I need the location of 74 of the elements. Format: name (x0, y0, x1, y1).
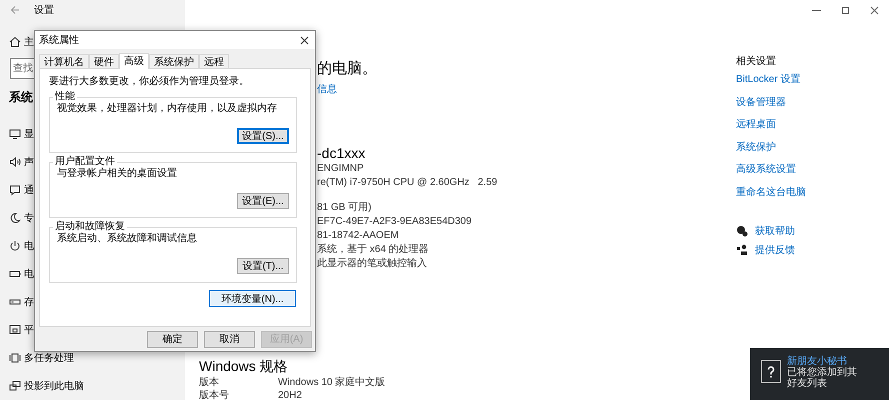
spec-label: 版本 (199, 377, 220, 389)
dialog-button[interactable]: 取消 (204, 330, 255, 348)
spec-value: 81 GB 可用) (317, 201, 372, 215)
question-mark-icon (767, 366, 775, 378)
dialog-button[interactable]: 确定 (147, 330, 198, 348)
settings-button[interactable]: 设置(S)... (237, 128, 289, 144)
tab[interactable]: 计算机名 (39, 54, 89, 68)
tab[interactable]: 高级 (119, 53, 149, 69)
section-title: Windows 规格 (199, 358, 288, 374)
home-icon (9, 36, 21, 48)
nav-item[interactable]: 平 (0, 316, 34, 344)
display-icon (9, 128, 21, 140)
instruction-text: 要进行大多数更改，你必须作为管理员登录。 (49, 76, 250, 88)
spec-value: 系统，基于 x64 的处理器 (317, 243, 429, 257)
group-description: 与登录帐户相关的桌面设置 (57, 168, 178, 180)
spec-value: 此显示器的笔或触控输入 (317, 257, 427, 271)
page-heading: 的电脑。 (317, 60, 377, 78)
tab[interactable]: 远程 (199, 54, 229, 68)
help-link[interactable]: 获取帮助 (755, 224, 795, 238)
nav-item[interactable]: 专 (0, 204, 34, 232)
window-title: 设置 (34, 4, 54, 17)
notification-text: 已将您添加到其 (787, 367, 857, 378)
power-icon (9, 240, 21, 252)
related-link[interactable]: BitLocker 设置 (736, 69, 800, 92)
related-link[interactable]: 系统保护 (736, 136, 776, 160)
notification-title: 新朋友小秘书 (787, 356, 847, 367)
nav-item[interactable]: 声 (0, 148, 34, 176)
spec-value: 81-18742-AAOEM (317, 229, 399, 243)
notification-text: 好友列表 (787, 378, 828, 389)
related-link[interactable]: 远程桌面 (736, 114, 776, 137)
tab[interactable]: 系统保护 (149, 54, 199, 68)
nav-item[interactable]: 显 (0, 120, 34, 148)
tablet-icon (9, 324, 21, 336)
spec-value: Windows 10 家庭中文版 (278, 377, 386, 389)
screens-icon (9, 380, 21, 392)
moon-icon (9, 212, 21, 224)
maximize-icon[interactable] (841, 6, 850, 14)
dialog-title: 系统属性 (39, 34, 79, 47)
nav-item[interactable]: 存 (0, 288, 34, 316)
nav-item[interactable]: 主 (0, 34, 34, 50)
group-title: 用户配置文件 (54, 156, 116, 168)
info-link[interactable]: 信息 (317, 84, 337, 96)
spec-value: EF7C-49E7-A2F3-9EA83E54D309 (317, 215, 472, 229)
nav-item[interactable]: 投影到此电脑 (0, 372, 84, 400)
spec-label: 版本号 (199, 390, 230, 400)
nav-item[interactable]: 电 (0, 232, 34, 260)
close-icon[interactable] (300, 36, 309, 44)
device-name: -dc1xxx (317, 144, 366, 162)
nav-item[interactable]: 多任务处理 (0, 344, 74, 372)
related-title: 相关设置 (736, 55, 776, 69)
message-icon (9, 184, 21, 196)
battery-icon (9, 268, 21, 280)
group-title: 启动和故障恢复 (54, 221, 126, 232)
help-link[interactable]: 提供反馈 (755, 243, 795, 258)
group-description: 视觉效果，处理器计划，内存使用，以及虚拟内存 (57, 103, 278, 115)
environment-variables-button[interactable]: 环境变量(N)... (209, 290, 296, 307)
settings-button[interactable]: 设置(T)... (237, 258, 289, 274)
section-title: 系统 (8, 90, 33, 104)
nav-item[interactable]: 电 (0, 260, 34, 288)
settings-button[interactable]: 设置(E)... (237, 193, 289, 209)
spec-value: ENGIMNP (317, 162, 364, 176)
back-icon[interactable] (10, 5, 20, 15)
speaker-icon (9, 156, 21, 168)
window-icon (9, 352, 21, 364)
related-link[interactable]: 高级系统设置 (736, 159, 796, 182)
close-icon[interactable] (870, 6, 879, 14)
group-title: 性能 (54, 91, 76, 102)
spec-value: re(TM) i7-9750H CPU @ 2.60GHz 2.59 (317, 176, 498, 190)
group-description: 系统启动、系统故障和调试信息 (57, 233, 198, 245)
nav-item[interactable]: 通 (0, 176, 34, 204)
related-link[interactable]: 设备管理器 (736, 92, 786, 114)
spec-value: 20H2 (278, 390, 302, 400)
tab[interactable]: 硬件 (89, 54, 119, 68)
related-link[interactable]: 重命名这台电脑 (736, 182, 806, 205)
